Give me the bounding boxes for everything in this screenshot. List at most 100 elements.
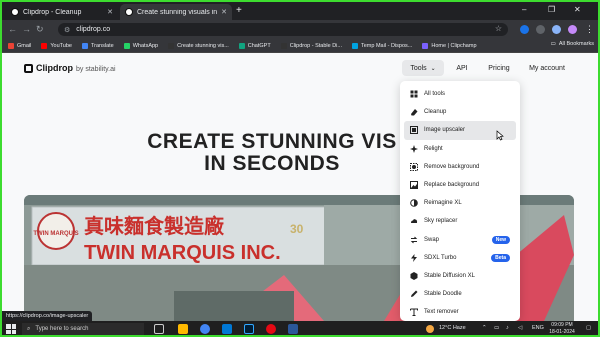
link-status-url: https://clipdrop.co/image-upscaler	[2, 311, 93, 321]
minimize-icon[interactable]: –	[522, 5, 526, 14]
weather-icon[interactable]	[426, 325, 434, 333]
volume-icon[interactable]: ♪	[506, 325, 509, 331]
bookmark-item[interactable]: WhatsApp	[123, 42, 159, 49]
bookmark-favicon-icon	[82, 42, 88, 49]
taskbar-clock[interactable]: 09:09 PM 18-01-2024	[546, 322, 578, 335]
bookmark-favicon-icon	[123, 42, 130, 49]
site-info-icon[interactable]: ⚙	[64, 26, 70, 34]
clipdrop-logo[interactable]: Clipdrop by stability.ai	[24, 63, 116, 73]
menu-item-label: Stable Diffusion XL	[424, 272, 475, 279]
tray-chevron-icon[interactable]: ⌃	[482, 325, 487, 331]
bookmark-label: ChatGPT	[247, 42, 271, 49]
tools-dropdown-button[interactable]: Tools ⌄	[402, 60, 444, 76]
menu-item-replace-background[interactable]: Replace background	[400, 176, 520, 194]
menu-item-stable-doodle[interactable]: Stable Doodle	[400, 285, 520, 303]
upscale-icon	[410, 126, 418, 135]
bookmark-item[interactable]: Home | Clipchamp	[422, 42, 477, 49]
swap-icon	[410, 236, 418, 243]
clock-time: 09:09 PM	[551, 322, 573, 328]
bookmark-label: YouTube	[50, 42, 72, 49]
bookmark-favicon-icon	[280, 42, 287, 49]
new-tab-icon[interactable]: +	[236, 5, 242, 16]
close-window-icon[interactable]: ✕	[574, 5, 581, 14]
menu-item-stable-diffusion-xl[interactable]: Stable Diffusion XL	[400, 267, 520, 285]
menu-item-swap[interactable]: Swap New	[400, 231, 520, 249]
doodle-icon	[411, 290, 418, 298]
bookmark-label: WhatsApp	[132, 42, 159, 49]
search-icon: ⌕	[27, 325, 31, 332]
address-bar[interactable]: ⚙ clipdrop.co ☆	[58, 23, 508, 36]
nav-pricing-link[interactable]: Pricing	[485, 60, 513, 76]
photoshop-icon[interactable]	[244, 324, 254, 334]
clipdrop-logo-icon	[24, 63, 33, 73]
logo-name: Clipdrop	[36, 63, 73, 73]
speaker-icon[interactable]: ◁	[518, 325, 522, 331]
menu-item-sdxl-turbo[interactable]: SDXL Turbo Beta	[400, 249, 520, 267]
nav-account-link[interactable]: My account	[526, 60, 568, 76]
app-icon[interactable]	[288, 324, 298, 334]
menu-dots-icon[interactable]: ⋮	[585, 24, 594, 35]
tools-dropdown-menu: All tools Cleanup Image upscaler Relight Rem…	[400, 81, 520, 321]
network-icon[interactable]: ▭	[494, 325, 499, 331]
reload-icon[interactable]: ↻	[36, 24, 44, 35]
menu-item-label: Sky replacer	[424, 218, 458, 225]
restore-icon[interactable]: ❐	[548, 5, 555, 14]
bookmark-item[interactable]: Temp Mail - Dispos...	[352, 42, 412, 49]
menu-item-label: Relight	[424, 145, 443, 152]
cutout-icon	[410, 162, 418, 171]
bookmark-item[interactable]: ChatGPT	[238, 42, 271, 49]
menu-item-label: Text remover	[424, 309, 459, 316]
tab-create-stunning[interactable]: Create stunning visuals in seco ✕	[120, 4, 232, 20]
menu-item-label: Image upscaler	[424, 127, 466, 134]
bookmark-item[interactable]: Create stunning vis...	[168, 42, 229, 49]
recorder-icon[interactable]	[266, 324, 276, 334]
bookmark-item[interactable]: Clipdrop - Stable Di...	[280, 42, 342, 49]
menu-item-label: SDXL Turbo	[424, 254, 457, 261]
menu-item-remove-background[interactable]: Remove background	[400, 158, 520, 176]
all-bookmarks-button[interactable]: ▭ All Bookmarks	[551, 41, 594, 47]
extension-icon[interactable]	[520, 25, 529, 34]
file-explorer-icon[interactable]	[178, 324, 188, 334]
menu-item-text-remover[interactable]: Text remover	[400, 303, 520, 321]
menu-item-label: All tools	[424, 91, 446, 98]
menu-item-label: Remove background	[424, 163, 480, 170]
store-icon[interactable]	[222, 324, 232, 334]
clipdrop-favicon	[125, 8, 133, 16]
bookmark-label: Create stunning vis...	[177, 42, 229, 49]
new-badge: New	[491, 235, 510, 244]
windows-start-icon[interactable]	[6, 324, 16, 334]
forward-icon[interactable]: →	[22, 24, 31, 34]
screen: Clipdrop - Cleanup ✕ Create stunning vis…	[0, 0, 600, 337]
language-indicator[interactable]: ENG	[532, 325, 544, 331]
nav-api-link[interactable]: API	[452, 60, 472, 76]
chrome-taskbar-icon[interactable]	[200, 324, 210, 334]
task-view-icon[interactable]	[154, 324, 164, 334]
storefront-sign-text: TWIN MARQUIS INC.	[84, 242, 281, 264]
sdxl-icon	[410, 271, 418, 280]
taskbar-search-placeholder: Type here to search	[35, 326, 89, 332]
bookmarks-bar: Gmail YouTube Translate WhatsApp Create stun…	[2, 39, 598, 53]
sparkle-icon	[410, 144, 418, 153]
taskbar-search-box[interactable]: ⌕ Type here to search	[22, 323, 144, 335]
menu-item-sky-replacer[interactable]: Sky replacer	[400, 212, 520, 230]
menu-item-cleanup[interactable]: Cleanup	[400, 103, 520, 121]
menu-item-reimagine-xl[interactable]: Reimagine XL	[400, 194, 520, 212]
url-text: clipdrop.co	[76, 26, 111, 33]
notifications-icon[interactable]: ▢	[586, 325, 591, 331]
bookmark-item[interactable]: Gmail	[8, 42, 32, 49]
profile-avatar[interactable]	[568, 25, 577, 34]
weather-text[interactable]: 12°C Haze	[439, 325, 466, 331]
sidepanel-icon[interactable]	[552, 25, 561, 34]
menu-item-relight[interactable]: Relight	[400, 140, 520, 158]
bookmark-item[interactable]: YouTube	[41, 42, 72, 49]
back-icon[interactable]: ←	[8, 24, 17, 34]
bookmark-star-icon[interactable]: ☆	[495, 24, 502, 33]
menu-item-all-tools[interactable]: All tools	[400, 85, 520, 103]
tab-clipdrop-cleanup[interactable]: Clipdrop - Cleanup ✕	[6, 4, 118, 20]
extensions-puzzle-icon[interactable]	[536, 25, 545, 34]
close-tab-icon[interactable]: ✕	[221, 8, 227, 16]
menu-item-label: Replace background	[424, 182, 480, 189]
bookmark-label: Gmail	[17, 42, 32, 49]
bookmark-item[interactable]: Translate	[82, 42, 114, 49]
close-tab-icon[interactable]: ✕	[107, 8, 113, 16]
